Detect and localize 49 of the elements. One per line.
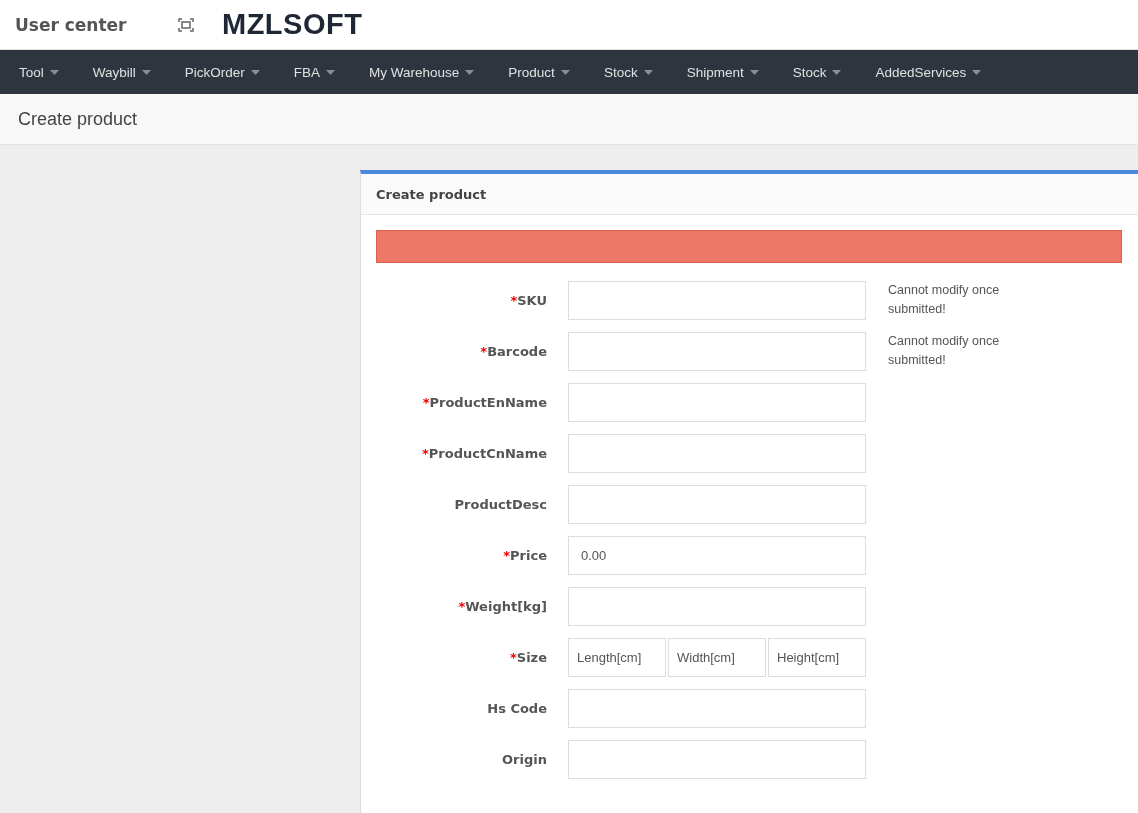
input-field[interactable]: 0.00 bbox=[568, 536, 866, 575]
input-field[interactable]: Width[cm] bbox=[668, 638, 766, 677]
field-label: Hs Code bbox=[486, 700, 548, 718]
input-field[interactable] bbox=[568, 587, 866, 626]
nav-menu-item[interactable]: AddedServices bbox=[875, 64, 982, 80]
field-hint: Cannot modify once submitted! bbox=[888, 333, 1001, 369]
input-field[interactable]: Length[cm] bbox=[568, 638, 666, 677]
caret-icon bbox=[141, 69, 151, 75]
nav-menu-item[interactable]: Product bbox=[508, 64, 570, 80]
caret-icon bbox=[643, 69, 653, 75]
nav-menu-item[interactable]: Stock bbox=[792, 64, 842, 80]
caret-icon bbox=[49, 69, 59, 75]
caret-icon bbox=[749, 69, 759, 75]
logo: MZLSOFT bbox=[222, 8, 363, 41]
field-label: *ProductEnName bbox=[421, 394, 548, 412]
nav-menu-item[interactable]: Tool bbox=[19, 64, 59, 80]
nav-menu-item[interactable]: PickOrder bbox=[184, 64, 260, 80]
nav-menu-item[interactable]: Waybill bbox=[92, 64, 151, 80]
caret-icon bbox=[250, 69, 260, 75]
field-label: *SKU bbox=[509, 292, 548, 310]
nav-menu-item[interactable]: My Warehouse bbox=[369, 64, 475, 80]
nav-menu-item[interactable]: Shipment bbox=[686, 64, 759, 80]
field-label: *Size bbox=[509, 649, 548, 667]
caret-icon bbox=[972, 69, 982, 75]
caret-icon bbox=[465, 69, 475, 75]
page-title: Create product bbox=[18, 108, 138, 130]
input-field[interactable] bbox=[568, 332, 866, 371]
panel-title: Create product bbox=[376, 186, 487, 202]
nav-menu-item[interactable]: FBA bbox=[293, 64, 336, 80]
input-field[interactable] bbox=[568, 689, 866, 728]
field-label: *Barcode bbox=[479, 343, 548, 361]
input-field[interactable] bbox=[568, 434, 866, 473]
caret-icon bbox=[326, 69, 336, 75]
input-field[interactable]: Height[cm] bbox=[768, 638, 866, 677]
caret-icon bbox=[832, 69, 842, 75]
field-label: Origin bbox=[501, 751, 548, 769]
input-field[interactable] bbox=[568, 485, 866, 524]
fullscreen-icon[interactable] bbox=[178, 17, 194, 32]
input-field[interactable] bbox=[568, 281, 866, 320]
input-field[interactable] bbox=[568, 740, 866, 779]
nav-menu-item[interactable]: Stock bbox=[603, 64, 653, 80]
field-label: *Weight[kg] bbox=[457, 598, 548, 616]
caret-icon bbox=[560, 69, 570, 75]
field-label: *ProductCnName bbox=[421, 445, 548, 463]
field-label: *Price bbox=[502, 547, 548, 565]
field-label: ProductDesc bbox=[453, 496, 548, 514]
user-center-title: User center bbox=[15, 14, 128, 35]
input-field[interactable] bbox=[568, 383, 866, 422]
field-hint: Cannot modify once submitted! bbox=[888, 282, 1001, 318]
